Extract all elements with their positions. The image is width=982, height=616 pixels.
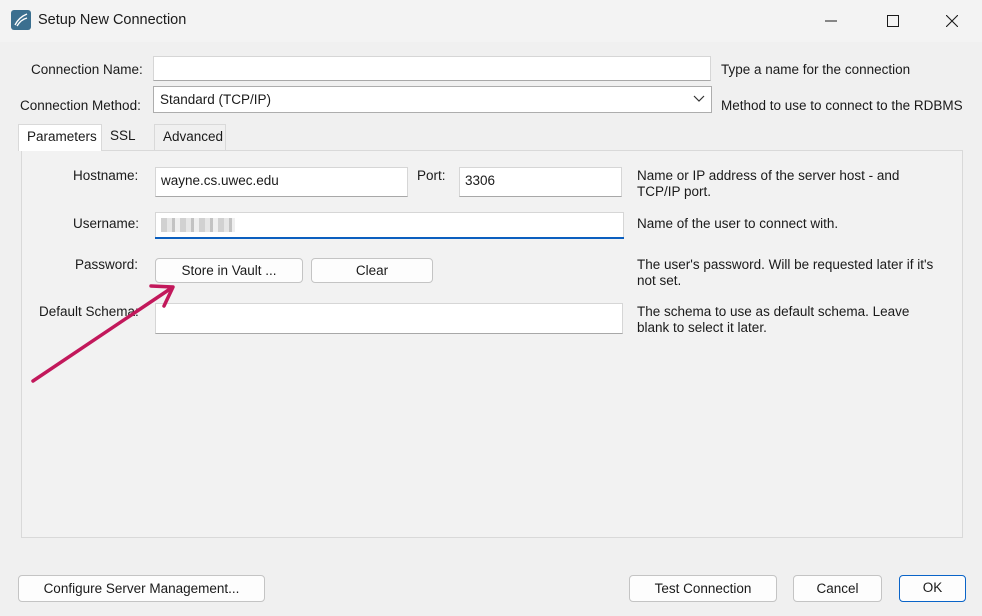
username-focus-underline [155, 237, 624, 239]
parameters-panel [21, 150, 963, 538]
hostname-help: Name or IP address of the server host - … [637, 168, 899, 200]
title-bar: Setup New Connection [0, 0, 982, 42]
maximize-button[interactable] [870, 0, 916, 42]
password-label: Password: [75, 257, 139, 272]
connection-method-help: Method to use to connect to the RDBMS [721, 98, 963, 113]
close-button[interactable] [929, 0, 975, 42]
store-in-vault-button[interactable]: Store in Vault ... [155, 258, 303, 283]
clear-password-button[interactable]: Clear [311, 258, 433, 283]
tab-ssl[interactable]: SSL [102, 124, 154, 150]
window-title: Setup New Connection [38, 12, 187, 28]
mysql-workbench-icon [11, 10, 31, 30]
connection-name-help: Type a name for the connection [721, 62, 911, 77]
hostname-label: Hostname: [73, 168, 139, 183]
maximize-icon [887, 15, 899, 27]
connection-method-label: Connection Method: [20, 98, 141, 113]
connection-name-label: Connection Name: [31, 62, 143, 77]
port-label: Port: [417, 168, 446, 183]
tab-advanced[interactable]: Advanced [154, 124, 226, 150]
chevron-down-icon [693, 95, 705, 102]
hostname-help-line1: Name or IP address of the server host - … [637, 168, 900, 183]
username-help: Name of the user to connect with. [637, 216, 839, 231]
ok-button[interactable]: OK [899, 575, 966, 602]
connection-method-value: Standard (TCP/IP) [160, 92, 272, 107]
default-schema-label: Default Schema: [39, 304, 139, 319]
connection-method-select[interactable]: Standard (TCP/IP) [153, 86, 712, 113]
configure-server-management-button[interactable]: Configure Server Management... [18, 575, 265, 602]
minimize-icon [825, 20, 837, 22]
username-label: Username: [73, 216, 140, 231]
close-icon [946, 15, 958, 27]
default-schema-input[interactable] [155, 303, 623, 334]
port-input[interactable]: 3306 [459, 167, 622, 197]
password-help-line2: not set. [637, 273, 682, 288]
hostname-help-line2: TCP/IP port. [637, 184, 712, 199]
password-help: The user's password. Will be requested l… [637, 257, 933, 289]
default-schema-help-line2: blank to select it later. [637, 320, 767, 335]
redacted-username [161, 218, 235, 232]
hostname-input[interactable]: wayne.cs.uwec.edu [155, 167, 408, 197]
minimize-button[interactable] [808, 0, 854, 42]
tab-parameters[interactable]: Parameters [18, 124, 102, 151]
connection-name-input[interactable] [153, 56, 711, 81]
test-connection-button[interactable]: Test Connection [629, 575, 777, 602]
default-schema-help-line1: The schema to use as default schema. Lea… [637, 304, 910, 319]
cancel-button[interactable]: Cancel [793, 575, 882, 602]
default-schema-help: The schema to use as default schema. Lea… [637, 304, 909, 336]
password-help-line1: The user's password. Will be requested l… [637, 257, 934, 272]
